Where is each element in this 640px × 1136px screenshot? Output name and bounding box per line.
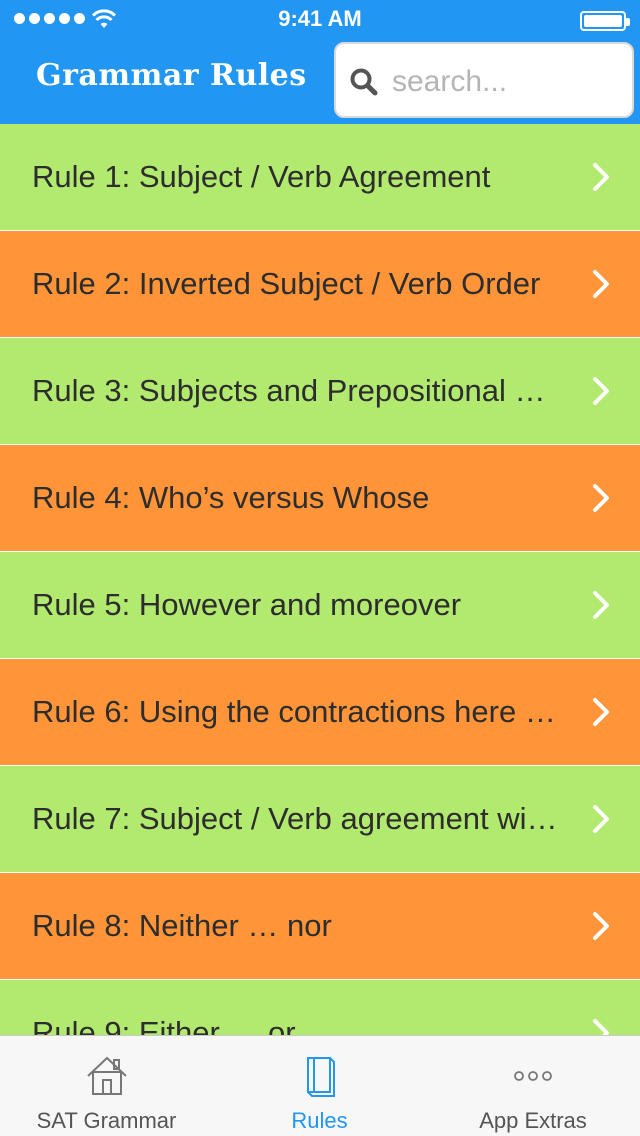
chevron-right-icon — [593, 591, 609, 619]
tab-label: Rules — [291, 1108, 348, 1133]
battery-icon — [580, 11, 630, 31]
list-item-label: Rule 9: Either … or — [32, 1015, 296, 1035]
search-input[interactable] — [392, 58, 622, 106]
tab-rules[interactable]: Rules — [213, 1036, 426, 1136]
chevron-right-icon — [593, 484, 609, 512]
list-item-label: Rule 2: Inverted Subject / Verb Order — [32, 266, 541, 301]
list-item[interactable]: Rule 1: Subject / Verb Agreement — [0, 124, 640, 231]
list-item-label: Rule 4: Who’s versus Whose — [32, 480, 430, 515]
rules-list[interactable]: Rule 1: Subject / Verb Agreement Rule 2:… — [0, 124, 640, 1035]
tab-sat-grammar[interactable]: SAT Grammar — [0, 1036, 213, 1136]
tab-bar: SAT Grammar Rules App Extras — [0, 1035, 640, 1136]
tab-label: App Extras — [479, 1108, 587, 1133]
chevron-right-icon — [593, 1019, 609, 1035]
list-item-label: Rule 1: Subject / Verb Agreement — [32, 159, 491, 194]
chevron-right-icon — [593, 270, 609, 298]
navigation-bar: 9:41 AM Grammar Rules — [0, 0, 640, 124]
list-item[interactable]: Rule 6: Using the contractions here and … — [0, 659, 640, 766]
search-icon — [350, 68, 378, 96]
list-item[interactable]: Rule 8: Neither … nor — [0, 873, 640, 980]
tab-label: SAT Grammar — [36, 1108, 177, 1133]
chevron-right-icon — [593, 698, 609, 726]
list-item-label: Rule 5: However and moreover — [32, 587, 462, 622]
list-item-label: Rule 7: Subject / Verb agreement with co… — [32, 801, 558, 836]
list-item[interactable]: Rule 7: Subject / Verb agreement with co… — [0, 766, 640, 873]
list-item[interactable]: Rule 4: Who’s versus Whose — [0, 445, 640, 552]
tab-app-extras[interactable]: App Extras — [426, 1036, 640, 1136]
list-item[interactable]: Rule 9: Either … or — [0, 980, 640, 1035]
list-item[interactable]: Rule 5: However and moreover — [0, 552, 640, 659]
list-item[interactable]: Rule 3: Subjects and Prepositional Phras… — [0, 338, 640, 445]
chevron-right-icon — [593, 912, 609, 940]
status-bar: 9:41 AM — [0, 0, 640, 40]
chevron-right-icon — [593, 377, 609, 405]
chevron-right-icon — [593, 805, 609, 833]
more-icon — [514, 1071, 552, 1081]
chevron-right-icon — [593, 163, 609, 191]
status-time: 9:41 AM — [278, 6, 362, 31]
book-icon — [306, 1057, 335, 1097]
list-item-label: Rule 8: Neither … nor — [32, 908, 332, 943]
home-icon — [86, 1056, 127, 1095]
page-title: Grammar Rules — [36, 58, 307, 93]
search-box[interactable] — [334, 42, 634, 118]
list-item[interactable]: Rule 2: Inverted Subject / Verb Order — [0, 231, 640, 338]
list-item-label: Rule 6: Using the contractions here and … — [32, 694, 558, 729]
list-item-label: Rule 3: Subjects and Prepositional Phras… — [32, 373, 558, 408]
